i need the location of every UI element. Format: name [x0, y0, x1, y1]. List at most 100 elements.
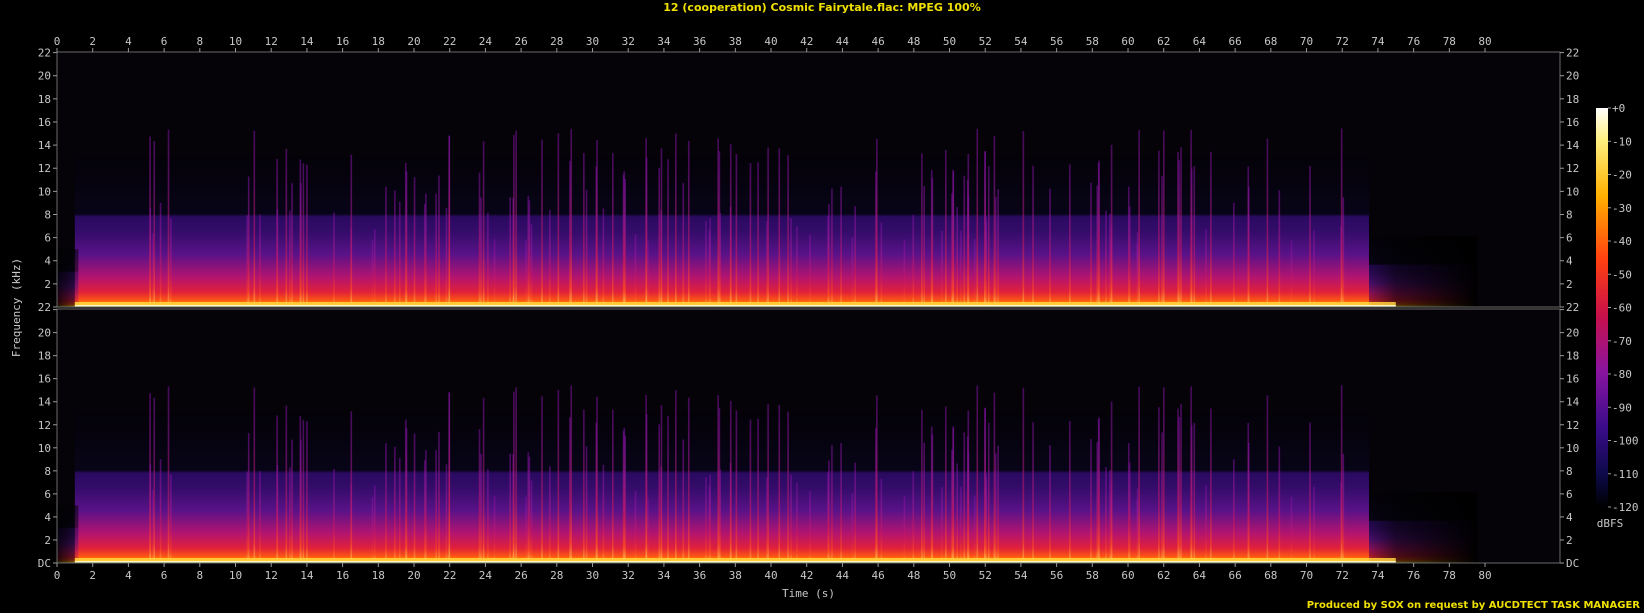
spike [596, 396, 598, 563]
spike [921, 153, 923, 307]
x-tick-label: 6 [161, 35, 168, 48]
spike [790, 474, 792, 563]
spike [840, 186, 842, 307]
x-tick-label: 0 [54, 35, 61, 48]
spike [149, 207, 152, 307]
spike [660, 405, 663, 563]
y-tick-label: 2 [44, 278, 51, 291]
spike [796, 226, 798, 307]
spike [1096, 442, 1099, 563]
x-tick-label: 52 [979, 35, 992, 48]
spike [923, 442, 926, 563]
spike [549, 209, 551, 307]
x-tick-label: 72 [1336, 569, 1349, 582]
spike [480, 453, 482, 563]
y-tick-label: 14 [1566, 396, 1580, 409]
x-tick-label: 58 [1086, 569, 1099, 582]
spike [1290, 496, 1293, 563]
spike [1178, 416, 1180, 563]
colorbar-tick-label: -60 [1612, 302, 1632, 315]
spike [1190, 168, 1193, 307]
spike [557, 389, 560, 563]
spike [513, 391, 515, 563]
x-tick-label: 34 [657, 35, 671, 48]
spike [300, 183, 302, 307]
spike [912, 471, 915, 563]
spike [757, 162, 759, 307]
spike [1342, 197, 1345, 307]
spike [289, 467, 291, 563]
x-tick-label: 4 [125, 35, 132, 48]
spike [854, 206, 856, 307]
spike [985, 221, 988, 307]
x-tick-label: 76 [1407, 569, 1420, 582]
spike [1340, 385, 1343, 563]
x-tick-label: 40 [764, 569, 777, 582]
spike [611, 409, 614, 563]
spike [1210, 408, 1212, 563]
spike [1161, 175, 1163, 307]
spike [583, 152, 585, 307]
spike [1248, 186, 1250, 307]
spike [667, 415, 669, 563]
spike [246, 215, 249, 307]
x-tick-label: 72 [1336, 35, 1349, 48]
spike [757, 418, 759, 563]
x-tick-label: 50 [943, 35, 956, 48]
spike [445, 207, 448, 307]
spike [306, 164, 308, 307]
x-tick-label: 34 [657, 569, 671, 582]
spike [634, 234, 637, 307]
x-tick-label: 22 [443, 35, 456, 48]
spike [1110, 401, 1113, 563]
spike [828, 460, 830, 563]
colorbar-tick-label: -120 [1612, 501, 1639, 514]
spike [333, 212, 335, 307]
x-tick-label: 68 [1264, 35, 1277, 48]
colorbar-tick-label: -90 [1612, 401, 1632, 414]
x-tick-label: 64 [1193, 35, 1207, 48]
spike [570, 385, 573, 563]
spike [1210, 151, 1212, 307]
x-tick-label: 38 [729, 35, 742, 48]
colorbar-tick-label: -100 [1612, 435, 1639, 448]
spike [941, 230, 943, 307]
spectral-band [74, 413, 1370, 563]
x-tick-label: 14 [300, 35, 314, 48]
x-tick-label: 64 [1193, 569, 1207, 582]
x-tick-label: 28 [550, 569, 563, 582]
spike [1022, 131, 1025, 307]
spike [478, 172, 481, 307]
spike [528, 200, 531, 307]
spike [987, 422, 990, 563]
spike [333, 468, 335, 563]
spike [876, 395, 878, 563]
spike [302, 163, 305, 307]
spike [583, 409, 585, 563]
x-tick-label: 48 [907, 35, 920, 48]
spike [549, 466, 551, 563]
x-tick-label: 12 [265, 35, 278, 48]
spike [509, 197, 512, 307]
spike [1340, 128, 1343, 307]
x-tick-label: 8 [196, 35, 203, 48]
x-tick-label: 16 [336, 35, 349, 48]
spike [448, 135, 451, 307]
x-tick-label: 2 [89, 35, 96, 48]
x-axis-label: Time (s) [782, 587, 835, 600]
spike [276, 208, 279, 307]
spike [854, 462, 856, 563]
y-axis-label: Frequency (kHz) [10, 258, 23, 357]
spike [997, 445, 999, 563]
spike [973, 495, 976, 563]
y-tick-label: 6 [1566, 232, 1573, 245]
spike [1233, 202, 1235, 307]
spike [1032, 165, 1034, 307]
y-tick-label: 14 [1566, 139, 1580, 152]
x-tick-label: 42 [800, 35, 813, 48]
y-tick-label: 10 [1566, 442, 1579, 455]
x-tick-label: 20 [407, 569, 420, 582]
spike [1158, 150, 1160, 307]
y-tick-label: 8 [44, 465, 51, 478]
spike [705, 220, 707, 307]
